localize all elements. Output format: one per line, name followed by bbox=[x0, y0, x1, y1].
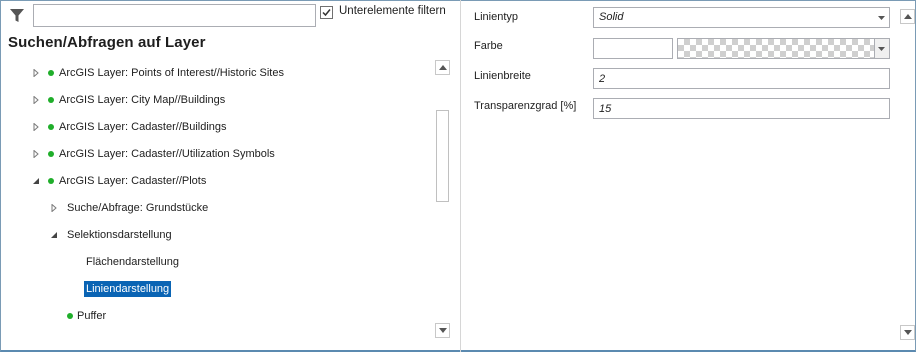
tree-item-label: ArcGIS Layer: Points of Interest//Histor… bbox=[59, 67, 284, 79]
color-picker-button[interactable] bbox=[874, 39, 889, 58]
transparency-label: Transparenzgrad [%] bbox=[474, 100, 577, 112]
tree-item-label: Puffer bbox=[77, 310, 107, 322]
expand-arrow-icon[interactable] bbox=[32, 150, 40, 158]
line-type-dropdown[interactable]: Solid bbox=[593, 7, 890, 28]
status-dot-icon bbox=[48, 178, 54, 184]
color-picker-dropdown[interactable] bbox=[677, 38, 890, 59]
scroll-down-button[interactable] bbox=[900, 325, 915, 340]
tree-item-label: Suche/Abfrage: Grundstücke bbox=[67, 202, 209, 214]
tree-item-label: Flächendarstellung bbox=[86, 256, 179, 268]
status-dot-icon bbox=[67, 313, 73, 319]
dropdown-arrow-icon bbox=[878, 16, 885, 20]
status-dot-icon bbox=[48, 124, 54, 130]
filter-input[interactable] bbox=[33, 4, 316, 27]
line-type-value: Solid bbox=[599, 11, 624, 23]
scroll-up-button[interactable] bbox=[435, 60, 450, 75]
tree-item-label-selected: Liniendarstellung bbox=[84, 281, 172, 297]
filter-icon[interactable] bbox=[9, 8, 25, 24]
properties-scrollbar[interactable] bbox=[900, 9, 915, 341]
expand-arrow-icon[interactable] bbox=[50, 204, 58, 212]
filter-subelements-label[interactable]: Unterelemente filtern bbox=[339, 5, 446, 17]
line-width-label: Linienbreite bbox=[474, 70, 531, 82]
layer-tree: ArcGIS Layer: Points of Interest//Histor… bbox=[0, 60, 432, 340]
status-dot-icon bbox=[48, 97, 54, 103]
tree-item-label: ArcGIS Layer: Cadaster//Utilization Symb… bbox=[59, 148, 275, 160]
transparency-field[interactable] bbox=[593, 98, 890, 119]
chevron-down-icon bbox=[439, 328, 447, 333]
expand-arrow-icon[interactable] bbox=[32, 96, 40, 104]
scroll-up-button[interactable] bbox=[900, 9, 915, 24]
chevron-up-icon bbox=[904, 14, 912, 19]
chevron-up-icon bbox=[439, 65, 447, 70]
scrollbar-thumb[interactable] bbox=[436, 110, 449, 202]
color-label: Farbe bbox=[474, 40, 503, 52]
panel-divider[interactable] bbox=[460, 0, 461, 352]
dropdown-arrow-icon bbox=[878, 47, 885, 51]
collapse-arrow-icon[interactable] bbox=[50, 231, 58, 239]
status-dot-icon bbox=[48, 151, 54, 157]
scroll-down-button[interactable] bbox=[435, 323, 450, 338]
panel-title: Suchen/Abfragen auf Layer bbox=[8, 34, 206, 51]
color-value-field[interactable] bbox=[593, 38, 673, 59]
tree-item-label: ArcGIS Layer: City Map//Buildings bbox=[59, 94, 226, 106]
filter-subelements-checkbox[interactable] bbox=[320, 6, 333, 19]
line-width-field[interactable] bbox=[593, 68, 890, 89]
collapse-arrow-icon[interactable] bbox=[32, 177, 40, 185]
tree-item-label: ArcGIS Layer: Cadaster//Buildings bbox=[59, 121, 227, 133]
expand-arrow-icon[interactable] bbox=[32, 69, 40, 77]
expand-arrow-icon[interactable] bbox=[32, 123, 40, 131]
tree-scrollbar[interactable] bbox=[435, 60, 451, 340]
status-dot-icon bbox=[48, 70, 54, 76]
chevron-down-icon bbox=[904, 330, 912, 335]
line-type-label: Linientyp bbox=[474, 11, 519, 23]
tree-item-label: ArcGIS Layer: Cadaster//Plots bbox=[59, 175, 207, 187]
tree-item-label: Selektionsdarstellung bbox=[67, 229, 172, 241]
